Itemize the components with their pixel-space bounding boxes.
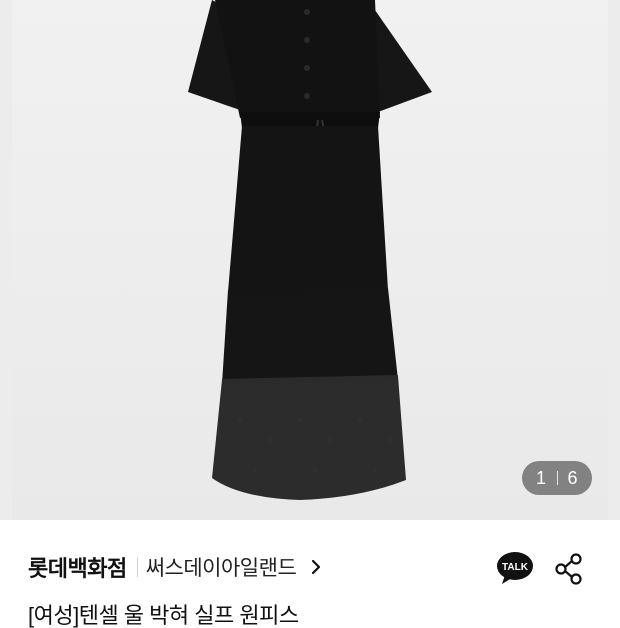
dress-skirt-middle [222,288,398,384]
dress-hem [212,376,406,500]
product-title: [여성]텐셀 울 박혀 실프 원피스 [28,603,299,628]
product-image-carousel[interactable]: 1 6 [0,0,620,520]
product-image-frame [12,0,608,520]
dress-waist [240,112,380,128]
image-counter: 1 6 [522,461,592,495]
product-image [188,0,432,500]
dress-bodice [215,0,380,118]
image-counter-divider [556,471,558,485]
kakao-talk-icon: TALK [497,552,533,584]
share-icon [555,553,582,585]
image-counter-total: 6 [567,467,579,488]
image-counter-current: 1 [535,467,547,488]
store-row: 롯데백화점 써스데이아일랜드 [28,547,326,587]
dress-hem-band [221,375,399,385]
dress-skirt-upper [228,126,388,292]
chevron-right-icon[interactable] [306,557,326,577]
store-name[interactable]: 롯데백화점 [28,551,127,583]
talk-label: TALK [502,562,529,573]
kakao-talk-button[interactable]: TALK [496,551,534,585]
share-button[interactable] [554,553,584,585]
store-divider [136,557,138,577]
brand-link[interactable]: 써스데이아일랜드 [146,552,297,582]
